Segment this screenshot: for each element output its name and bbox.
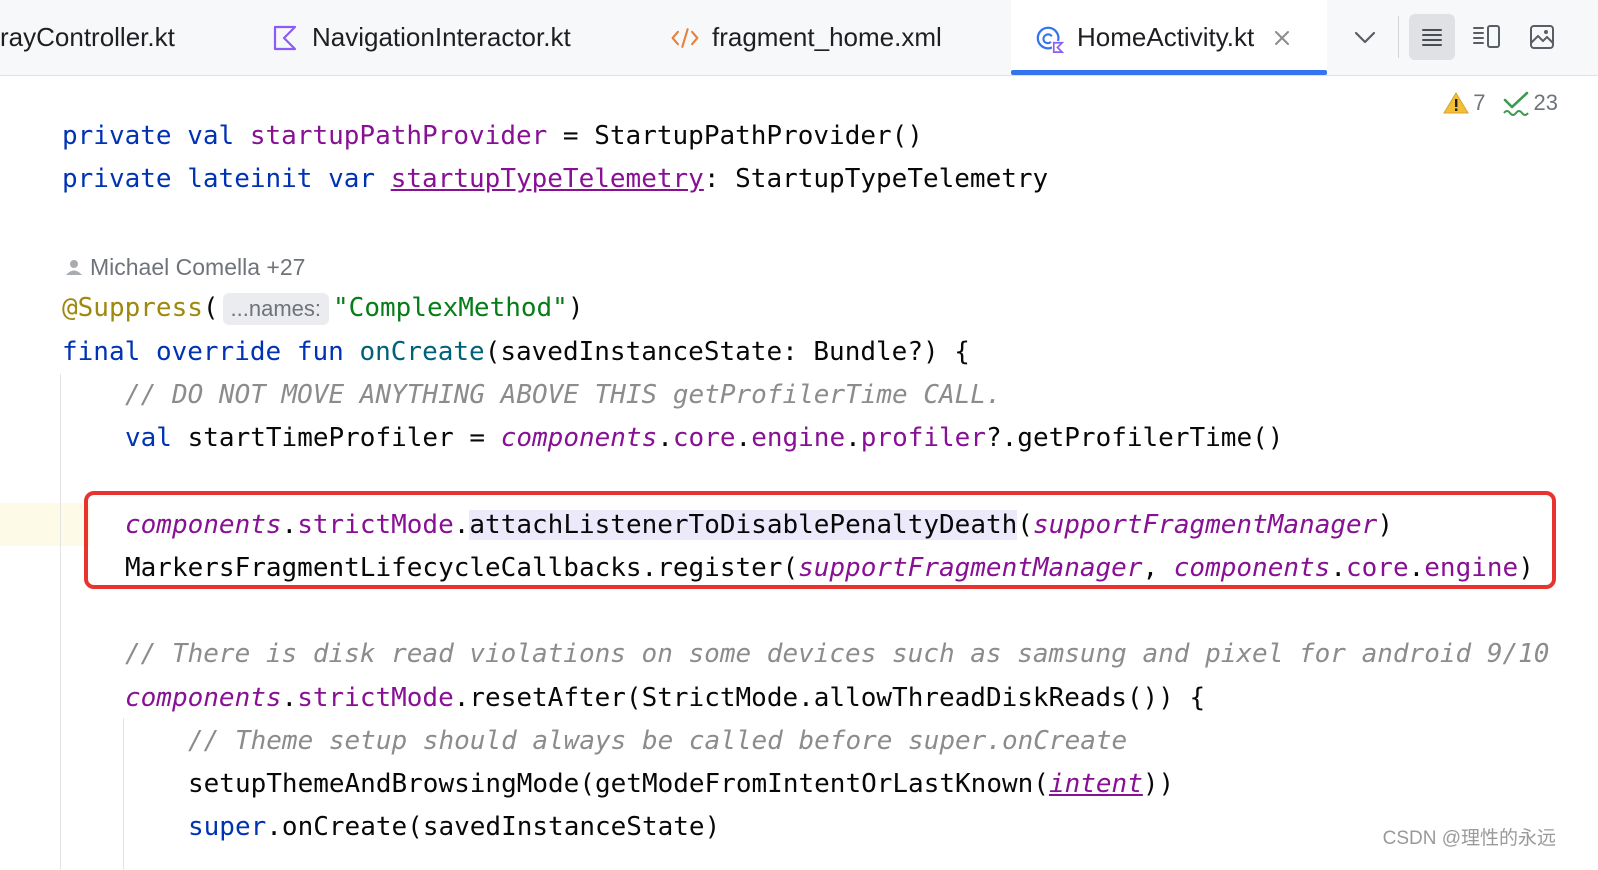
code-vision-author[interactable]: Michael Comella +27	[64, 250, 305, 284]
chevron-down-icon[interactable]	[1342, 14, 1388, 60]
typo-check-icon	[1502, 91, 1529, 116]
code-view-icon[interactable]	[1409, 14, 1455, 60]
tab-label: HomeActivity.kt	[1077, 22, 1255, 52]
indent-guide	[60, 374, 61, 870]
code-line-10[interactable]: components.strictMode.resetAfter(StrictM…	[125, 678, 1205, 718]
code-line-2[interactable]: private lateinit var startupTypeTelemetr…	[62, 159, 1048, 199]
watermark: CSDN @理性的永远	[1382, 828, 1556, 849]
kotlin-class-icon	[1035, 23, 1065, 53]
warnings-count: 7	[1473, 90, 1486, 115]
typos-indicator[interactable]: 23	[1502, 90, 1558, 116]
parameter-hint: ...names:	[222, 292, 330, 325]
active-tab-indicator	[1011, 70, 1327, 75]
toolbar-divider	[1398, 16, 1399, 58]
inspection-widget[interactable]: 7 23	[1427, 88, 1558, 118]
code-line-9[interactable]: // There is disk read violations on some…	[125, 634, 1549, 674]
code-line-6[interactable]: val startTimeProfiler = components.core.…	[125, 418, 1283, 458]
tab-label: rayController.kt	[0, 22, 175, 52]
indent-guide	[123, 718, 124, 870]
person-icon	[66, 260, 82, 275]
tab-navigation-interactor[interactable]: NavigationInteractor.kt	[270, 0, 571, 75]
tab-ray-controller[interactable]: rayController.kt	[0, 0, 175, 75]
kotlin-interface-icon	[270, 23, 300, 53]
code-line-5[interactable]: // DO NOT MOVE ANYTHING ABOVE THIS getPr…	[125, 375, 1002, 415]
code-line-3[interactable]: @Suppress(...names: "ComplexMethod")	[62, 288, 584, 328]
typos-count: 23	[1533, 90, 1558, 115]
author-label: Michael Comella +27	[90, 253, 306, 280]
close-icon[interactable]	[1272, 28, 1292, 48]
caret-row-highlight	[0, 503, 90, 546]
tab-label: NavigationInteractor.kt	[312, 22, 571, 52]
code-line-13[interactable]: super.onCreate(savedInstanceState)	[188, 807, 720, 847]
warnings-indicator[interactable]: 7	[1443, 90, 1486, 116]
code-line-4[interactable]: final override fun onCreate(savedInstanc…	[62, 332, 970, 372]
tab-home-activity[interactable]: HomeActivity.kt	[1011, 0, 1327, 75]
preview-icon[interactable]	[1519, 14, 1565, 60]
tab-fragment-home-xml[interactable]: fragment_home.xml	[670, 0, 942, 75]
code-line-12[interactable]: setupThemeAndBrowsingMode(getModeFromInt…	[188, 764, 1174, 804]
split-view-icon[interactable]	[1464, 14, 1510, 60]
tab-label: fragment_home.xml	[712, 22, 942, 52]
xml-file-icon	[670, 23, 700, 53]
code-line-1[interactable]: private val startupPathProvider = Startu…	[62, 116, 923, 156]
annotation-highlight-box	[84, 491, 1556, 589]
editor-tab-bar: rayController.kt NavigationInteractor.kt…	[0, 0, 1598, 76]
code-line-11[interactable]: // Theme setup should always be called b…	[188, 721, 1127, 761]
warning-icon	[1443, 92, 1470, 114]
